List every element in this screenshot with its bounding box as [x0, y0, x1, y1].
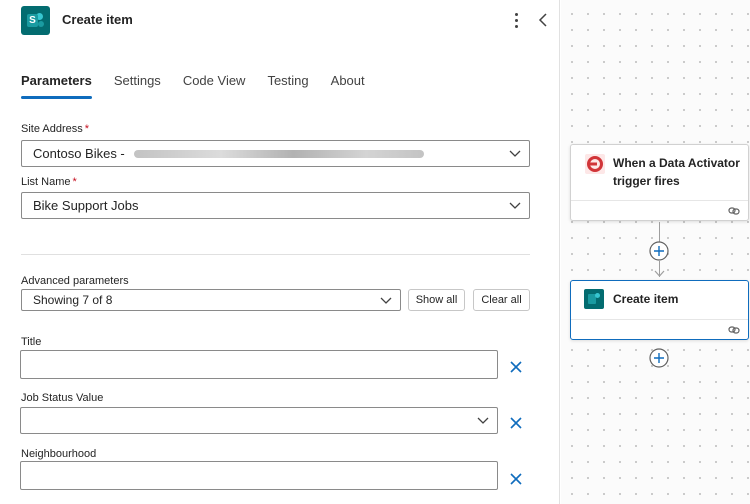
- create-item-card-title: Create item: [613, 292, 679, 306]
- chevron-down-icon: [477, 417, 489, 424]
- redacted-url: [134, 150, 424, 158]
- sharepoint-icon: [584, 289, 604, 309]
- create-item-card[interactable]: Create item: [570, 280, 749, 340]
- title-field-label: Title: [21, 336, 42, 348]
- tab-code-view[interactable]: Code View: [183, 72, 246, 100]
- tab-parameters[interactable]: Parameters: [21, 72, 92, 100]
- advanced-parameters-value: Showing 7 of 8: [33, 293, 113, 307]
- job-status-dropdown[interactable]: [20, 407, 498, 434]
- data-activator-icon: [585, 154, 605, 174]
- clear-all-button[interactable]: Clear all: [473, 289, 530, 311]
- arrow-down-icon: [654, 270, 665, 277]
- remove-parameter-icon[interactable]: [509, 416, 523, 430]
- site-address-dropdown[interactable]: Contoso Bikes -: [21, 140, 530, 167]
- site-address-label-text: Site Address: [21, 123, 83, 135]
- add-step-icon[interactable]: [649, 348, 669, 368]
- collapse-chevron-icon[interactable]: [537, 11, 551, 29]
- action-details-panel: S Create item Parameters Settings Code V…: [0, 0, 560, 504]
- tab-about[interactable]: About: [331, 72, 365, 100]
- site-address-label: Site Address *: [21, 123, 89, 135]
- required-marker: *: [84, 123, 90, 135]
- job-status-field-label: Job Status Value: [21, 392, 104, 404]
- show-all-button[interactable]: Show all: [408, 289, 465, 311]
- link-icon: [728, 326, 740, 334]
- title-input[interactable]: [20, 350, 498, 379]
- advanced-parameters-dropdown[interactable]: Showing 7 of 8: [21, 289, 401, 311]
- connector-line: [659, 222, 660, 242]
- link-icon: [728, 207, 740, 215]
- tab-settings[interactable]: Settings: [114, 72, 161, 100]
- add-step-icon[interactable]: [649, 241, 669, 261]
- sharepoint-icon: S: [21, 6, 50, 35]
- trigger-card[interactable]: When a Data Activator trigger fires: [570, 144, 749, 221]
- section-divider: [21, 254, 530, 255]
- chevron-down-icon: [380, 297, 392, 304]
- remove-parameter-icon[interactable]: [509, 360, 523, 374]
- tab-bar: Parameters Settings Code View Testing Ab…: [21, 72, 387, 102]
- card-footer: [571, 319, 748, 339]
- advanced-parameters-label: Advanced parameters: [21, 275, 129, 287]
- trigger-title-line1: When a Data Activator: [613, 156, 740, 170]
- neighbourhood-field-label: Neighbourhood: [21, 448, 97, 460]
- more-options-icon[interactable]: [509, 10, 523, 30]
- list-name-value: Bike Support Jobs: [33, 198, 139, 213]
- panel-title: Create item: [62, 12, 133, 27]
- remove-parameter-icon[interactable]: [509, 472, 523, 486]
- card-footer: [571, 200, 748, 220]
- list-name-dropdown[interactable]: Bike Support Jobs: [21, 192, 530, 219]
- tab-testing[interactable]: Testing: [267, 72, 308, 100]
- trigger-card-title: When a Data Activator trigger fires: [613, 154, 740, 190]
- chevron-down-icon: [509, 202, 521, 209]
- chevron-down-icon: [509, 150, 521, 157]
- trigger-title-line2: trigger fires: [613, 174, 680, 188]
- list-name-label-text: List Name: [21, 176, 71, 188]
- neighbourhood-input[interactable]: [20, 461, 498, 490]
- site-address-value: Contoso Bikes -: [33, 146, 125, 161]
- required-marker: *: [72, 176, 77, 188]
- list-name-label: List Name *: [21, 176, 77, 188]
